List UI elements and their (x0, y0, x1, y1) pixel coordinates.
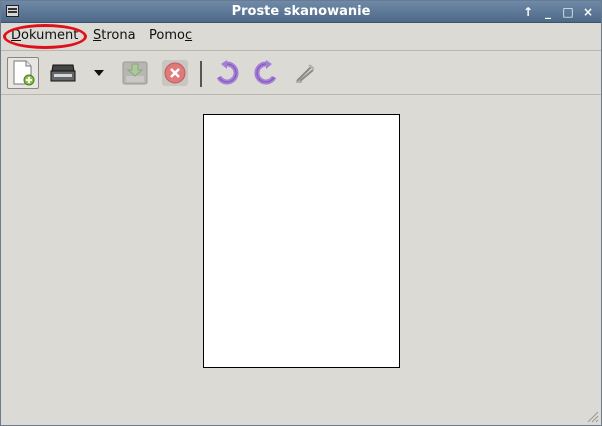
mnemonic-letter: c (184, 28, 193, 43)
scan-button[interactable] (47, 57, 79, 89)
new-document-icon (13, 60, 35, 86)
page-preview[interactable] (203, 114, 400, 368)
scanner-icon (50, 64, 76, 82)
toolbar-separator (200, 61, 202, 87)
menubar: Dokument Strona Pomoc (1, 23, 601, 51)
maximize-icon[interactable]: □ (561, 5, 575, 19)
crop-icon (296, 64, 315, 83)
rotate-left-button[interactable] (211, 57, 243, 89)
rotate-right-icon (254, 60, 277, 85)
mnemonic-letter: S (93, 28, 102, 43)
crop-button[interactable] (289, 57, 321, 89)
window-controls: ↑ _ □ × (521, 1, 595, 23)
rotate-right-button[interactable] (250, 57, 282, 89)
save-icon (122, 61, 148, 85)
toolbar (1, 52, 601, 95)
menu-strona[interactable]: Strona (93, 28, 136, 43)
document-view[interactable] (1, 96, 601, 425)
close-icon[interactable]: × (581, 5, 595, 19)
app-window: Proste skanowanie ↑ _ □ × Dokument Stron… (0, 0, 602, 426)
save-button[interactable] (119, 57, 151, 89)
dropdown-arrow-icon (94, 70, 104, 76)
menu-dokument[interactable]: Dokument (11, 28, 78, 43)
mnemonic-letter: D (11, 28, 22, 43)
stop-button[interactable] (159, 57, 191, 89)
resize-grip-icon[interactable] (585, 409, 599, 423)
new-document-button[interactable] (7, 57, 39, 89)
raise-icon[interactable]: ↑ (521, 5, 535, 19)
minimize-icon[interactable]: _ (541, 5, 555, 19)
menu-pomoc[interactable]: Pomoc (149, 28, 192, 43)
window-title: Proste skanowanie (231, 4, 371, 19)
stop-icon (162, 60, 188, 86)
scan-type-dropdown[interactable] (85, 57, 113, 89)
titlebar[interactable]: Proste skanowanie ↑ _ □ × (1, 1, 601, 23)
rotate-left-icon (216, 60, 239, 85)
